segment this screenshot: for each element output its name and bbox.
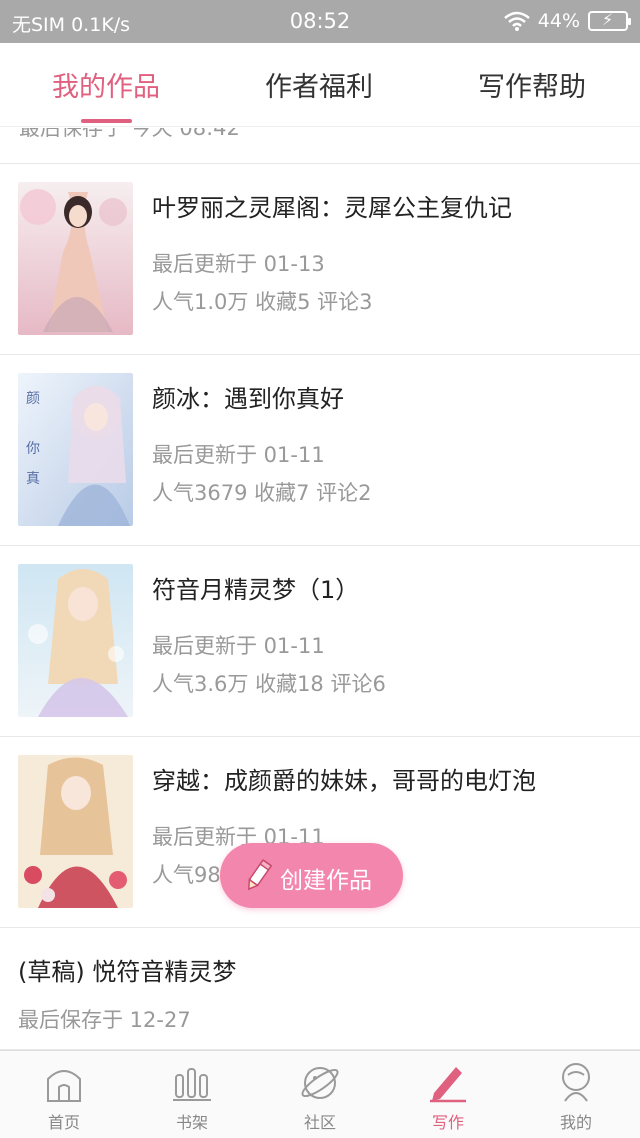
nav-write-label: 写作 <box>431 1113 464 1132</box>
draft-item[interactable]: (草稿) 悦符音精灵梦 最后保存于 12-27 <box>0 928 640 1050</box>
list-item[interactable]: 最后保存于 今天 08:42 <box>0 128 640 164</box>
work-item[interactable]: 符音月精灵梦（1） 最后更新于 01-11 人气3.6万 收藏18 评论6 <box>0 546 640 737</box>
cover-illustration <box>18 182 133 335</box>
book-cover-image[interactable] <box>18 182 133 335</box>
active-tab-indicator <box>81 119 132 123</box>
tab-writing-help[interactable]: 写作帮助 <box>478 65 586 104</box>
pencil-icon <box>248 858 273 891</box>
work-updated-date: 最后更新于 01-13 <box>152 252 325 276</box>
nav-profile[interactable]: 我的 <box>512 1051 640 1138</box>
svg-text:真: 真 <box>26 471 40 487</box>
svg-text:颜: 颜 <box>26 391 40 407</box>
battery-percent: 44% <box>537 10 580 32</box>
nav-community-label: 社区 <box>303 1113 336 1132</box>
profile-icon <box>562 1063 590 1102</box>
book-cover-image[interactable] <box>18 564 133 717</box>
works-list[interactable]: 最后保存于 今天 08:42 叶罗丽之灵犀阁：灵犀公主复仇记 最后更新于 01-… <box>0 128 640 1050</box>
status-right: 44% ⚡ <box>503 10 631 32</box>
nav-bookshelf-label: 书架 <box>175 1113 208 1132</box>
last-saved-text: 最后保存于 今天 08:42 <box>19 128 240 140</box>
wifi-icon <box>503 11 530 31</box>
tab-author-benefits[interactable]: 作者福利 <box>265 65 373 104</box>
work-title[interactable]: 符音月精灵梦（1） <box>152 570 359 605</box>
work-stats: 人气1.0万 收藏5 评论3 <box>152 290 373 314</box>
draft-saved-date: 最后保存于 12-27 <box>18 1008 191 1032</box>
work-item[interactable]: 颜 你 真 颜冰：遇到你真好 最后更新于 01-11 人气3679 收藏7 评论… <box>0 355 640 546</box>
nav-write[interactable]: 写作 <box>384 1051 512 1138</box>
draft-title[interactable]: (草稿) 悦符音精灵梦 <box>18 952 236 987</box>
bookshelf-icon <box>173 1068 211 1101</box>
book-cover-image[interactable]: 颜 你 真 <box>18 373 133 526</box>
work-stats: 人气3.6万 收藏18 评论6 <box>152 672 386 696</box>
work-title[interactable]: 颜冰：遇到你真好 <box>152 379 344 414</box>
battery-icon: ⚡ <box>588 10 631 31</box>
planet-icon <box>301 1067 339 1099</box>
nav-home[interactable]: 首页 <box>0 1051 128 1138</box>
nav-community[interactable]: 社区 <box>256 1051 384 1138</box>
bottom-nav: 首页 书架 社区 写作 我的 <box>0 1050 640 1138</box>
work-stats: 人气3679 收藏7 评论2 <box>152 481 372 505</box>
svg-text:你: 你 <box>26 441 40 457</box>
nav-profile-label: 我的 <box>559 1113 592 1132</box>
cover-illustration <box>18 564 133 717</box>
tab-my-works[interactable]: 我的作品 <box>52 65 160 104</box>
cover-illustration <box>18 755 133 908</box>
create-work-label: 创建作品 <box>280 868 372 894</box>
pencil-icon <box>430 1067 466 1103</box>
work-updated-date: 最后更新于 01-11 <box>152 634 325 658</box>
nav-home-label: 首页 <box>47 1113 80 1132</box>
work-title[interactable]: 叶罗丽之灵犀阁：灵犀公主复仇记 <box>152 188 512 223</box>
status-bar: 无SIM 0.1K/s 08:52 44% ⚡ <box>0 0 640 43</box>
work-item[interactable]: 叶罗丽之灵犀阁：灵犀公主复仇记 最后更新于 01-13 人气1.0万 收藏5 评… <box>0 164 640 355</box>
create-work-button[interactable]: 创建作品 <box>220 843 403 908</box>
book-cover-image[interactable] <box>18 755 133 908</box>
work-updated-date: 最后更新于 01-11 <box>152 443 325 467</box>
cover-illustration: 颜 你 真 <box>18 373 133 526</box>
nav-bookshelf[interactable]: 书架 <box>128 1051 256 1138</box>
tab-bar: 我的作品 作者福利 写作帮助 <box>0 43 640 127</box>
work-title[interactable]: 穿越：成颜爵的妹妹，哥哥的电灯泡 <box>152 761 536 796</box>
home-icon <box>47 1070 81 1102</box>
